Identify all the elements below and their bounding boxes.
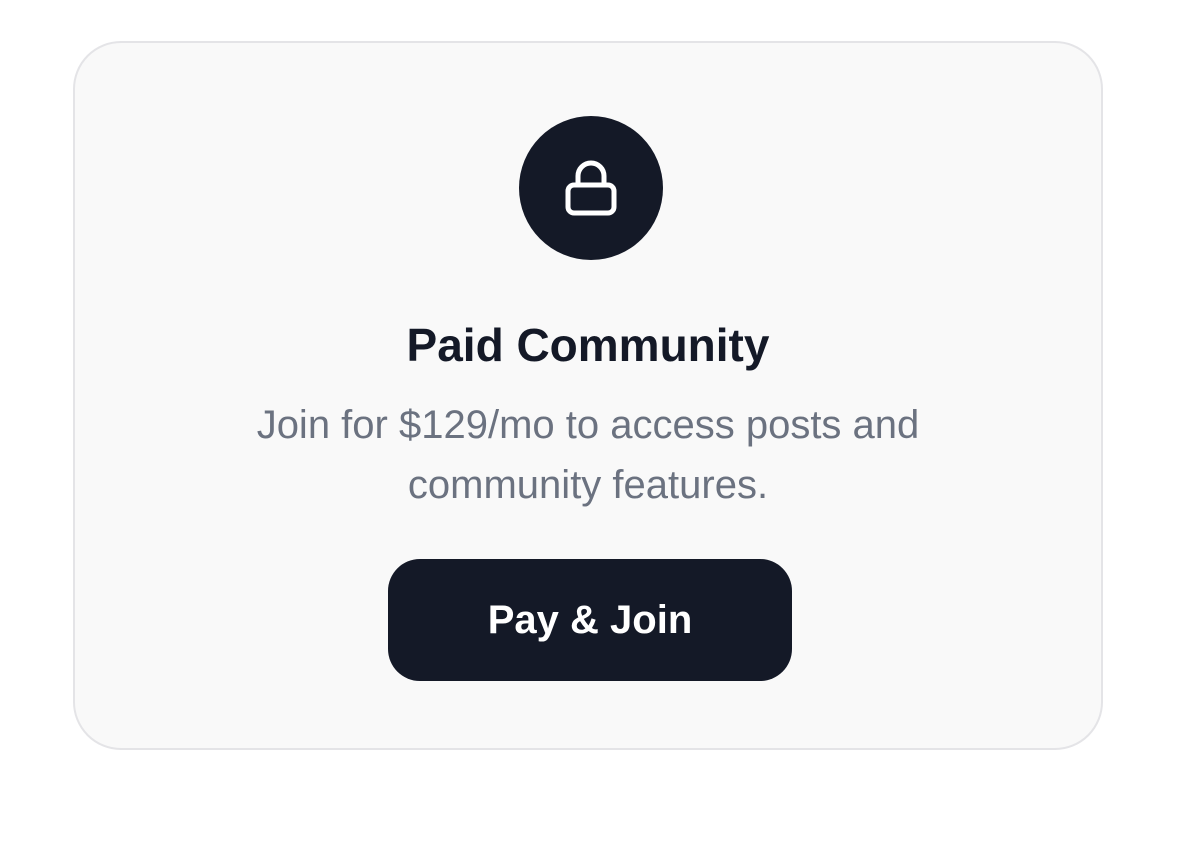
lock-badge <box>519 116 663 260</box>
lock-icon <box>565 160 617 216</box>
pay-and-join-button[interactable]: Pay & Join <box>388 559 792 681</box>
card-title: Paid Community <box>406 319 770 371</box>
paid-community-card: Paid Community Join for $129/mo to acces… <box>73 41 1103 750</box>
card-description: Join for $129/mo to access posts and com… <box>256 403 920 507</box>
